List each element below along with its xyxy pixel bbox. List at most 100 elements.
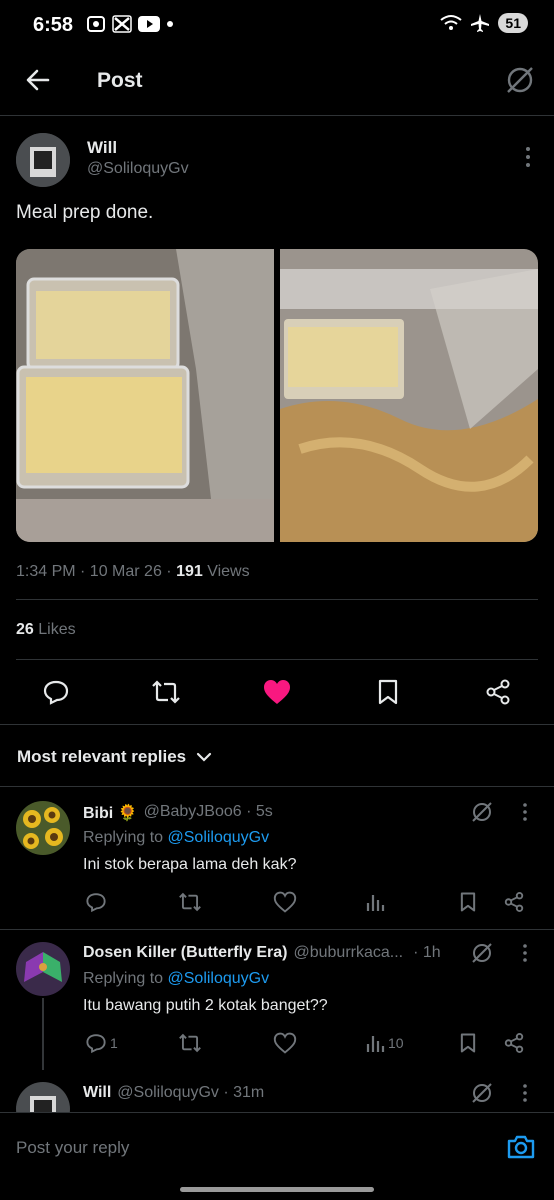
share-icon [486,679,510,705]
more-vertical-icon [523,944,527,962]
reply-avatar[interactable] [16,942,70,996]
reply-author-name[interactable]: Dosen Killer (Butterfly Era) [83,944,287,962]
views-count: 191 [176,563,203,580]
reply-header: Dosen Killer (Butterfly Era) @buburrkaca… [83,944,441,962]
likes-summary[interactable]: 26 Likes [16,621,76,639]
media-image-right[interactable] [280,249,538,542]
author-handle[interactable]: @SoliloquyGv [87,160,189,178]
tweet-action-bar [0,672,554,714]
more-vertical-icon [526,147,530,167]
more-vertical-icon [523,803,527,821]
divider [0,929,554,930]
author-avatar[interactable] [16,133,70,187]
youtube-icon [138,16,160,32]
avatar-image [16,133,70,187]
reply-author-name[interactable]: Will [83,1084,111,1102]
more-options-button[interactable] [520,802,530,822]
more-options-button[interactable] [520,1083,530,1103]
grok-button[interactable] [504,64,536,96]
reply-button[interactable] [85,891,110,913]
reply-text: Itu bawang putih 2 kotak banget?? [83,997,328,1014]
back-button[interactable] [24,66,52,94]
like-button[interactable] [262,678,292,706]
bookmark-icon [378,679,398,705]
camera-button[interactable] [506,1133,536,1161]
meal-prep-photo-2 [280,249,538,542]
replying-to-handle[interactable]: @SoliloquyGv [168,970,270,987]
sunflower-avatar-image [16,801,70,855]
repost-icon [152,680,180,704]
top-app-bar: Post [0,52,554,116]
reply-icon [86,1034,106,1054]
like-button[interactable] [273,1032,297,1054]
heart-filled-icon [264,680,290,704]
grok-button[interactable] [470,800,494,824]
reply-input[interactable]: Post your reply [16,1138,129,1158]
replying-to: Replying to @SoliloquyGv [83,970,269,988]
page-title: Post [97,69,143,92]
grok-button[interactable] [470,1081,494,1105]
status-time: 6:58 [33,14,74,36]
grok-button[interactable] [470,941,494,965]
heart-icon [273,1032,297,1054]
grok-icon [472,1083,492,1103]
reply-action-bar [83,891,533,921]
share-button[interactable] [503,891,525,913]
grok-icon [507,67,533,93]
dot-icon [167,21,173,27]
reply-author-name[interactable]: Bibi 🌻 [83,803,138,823]
bookmark-icon [460,1033,476,1053]
divider [0,786,554,787]
divider [16,599,538,600]
more-options-button[interactable] [522,146,534,168]
likes-label: Likes [33,621,76,638]
share-button[interactable] [503,1032,525,1054]
sort-replies-dropdown[interactable]: Most relevant replies [17,747,212,767]
grok-icon [472,943,492,963]
repost-button[interactable] [178,1032,202,1054]
capcut-icon [112,15,132,33]
views-button[interactable] [365,891,388,913]
repost-icon [179,1033,201,1053]
reply-button[interactable] [42,678,70,706]
home-indicator [180,1187,374,1192]
media-image-left[interactable] [16,249,274,542]
reply-author-handle[interactable]: @buburrkaca... [293,944,403,962]
status-notification-icons [86,15,174,33]
reply-count: 1 [110,1035,118,1051]
meal-prep-photo-1 [16,249,274,542]
bookmark-button[interactable] [375,678,401,706]
repost-button[interactable] [178,891,202,913]
divider [0,724,554,725]
sort-label: Most relevant replies [17,747,187,766]
status-bar: 6:58 51 [0,0,554,52]
chevron-down-icon [197,752,212,762]
likes-count: 26 [16,621,34,638]
bookmark-button[interactable] [458,891,478,913]
tweet-meta: 1:34 PM · 10 Mar 26 · 191 Views [16,563,250,581]
analytics-icon [366,895,385,911]
wifi-icon [440,15,463,30]
arrow-left-icon [26,69,50,91]
views-label: Views [202,563,250,580]
screenshot-icon [87,16,105,32]
replying-to-handle[interactable]: @SoliloquyGv [168,829,270,846]
tweet-timestamp: 1:34 PM · 10 Mar 26 · [16,563,177,580]
repost-button[interactable] [151,678,181,706]
bookmark-button[interactable] [458,1032,478,1054]
tweet-media[interactable] [16,249,538,542]
reply-button[interactable]: 1 [85,1032,118,1054]
repost-icon [179,892,201,912]
reply-avatar[interactable] [16,801,70,855]
views-button[interactable]: 10 [365,1032,404,1054]
reply-author-handle[interactable]: @BabyJBoo6 · 5s [144,803,273,823]
share-icon [504,892,524,912]
reply-icon [86,893,106,913]
reply-author-handle[interactable]: @SoliloquyGv · 31m [117,1084,264,1102]
like-button[interactable] [273,891,297,913]
views-count: 10 [388,1035,404,1051]
more-options-button[interactable] [520,943,530,963]
camera-icon [507,1135,535,1159]
author-name[interactable]: Will [87,138,117,158]
share-button[interactable] [484,678,512,706]
